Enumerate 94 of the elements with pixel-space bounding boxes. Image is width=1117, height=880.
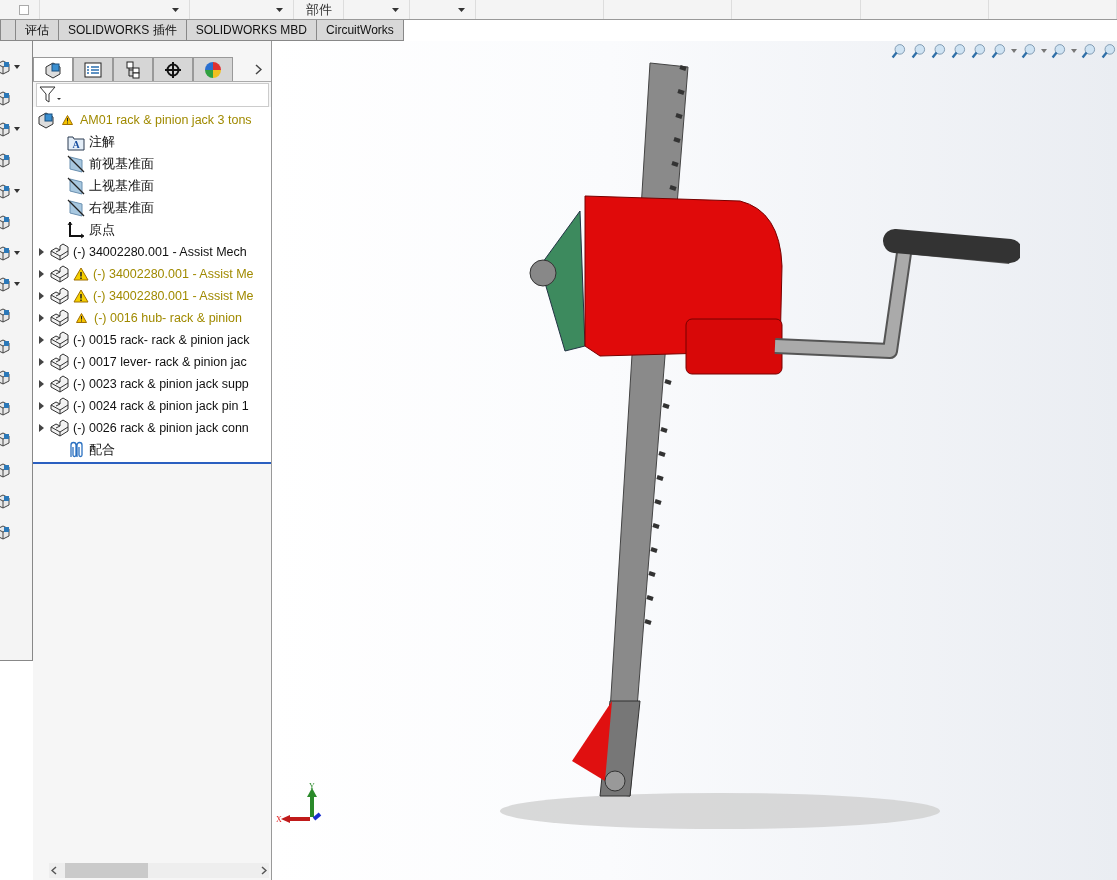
x-axis-arrow [281, 815, 310, 823]
tree-item-label[interactable]: 配合 [89, 441, 115, 459]
tool-icon[interactable] [0, 90, 10, 106]
tool-icon[interactable] [0, 152, 10, 168]
command-tab[interactable]: 评估 [16, 20, 59, 41]
filter-icon [39, 86, 61, 104]
caret-icon[interactable] [14, 282, 20, 286]
tool-icon[interactable] [0, 338, 10, 354]
command-tab[interactable]: SOLIDWORKS 插件 [59, 20, 187, 41]
tree-item-label[interactable]: 注解 [89, 133, 115, 151]
paperclip-icon [67, 441, 85, 459]
tool-icon[interactable] [0, 183, 10, 199]
filter-field[interactable] [36, 83, 269, 107]
list-icon [84, 60, 102, 79]
expand-arrow-icon[interactable] [37, 292, 45, 300]
tree-item-label[interactable]: 上视基准面 [89, 177, 154, 195]
tool-icon[interactable] [0, 462, 10, 478]
annotation-glyph: A [72, 138, 80, 150]
tree-item-label[interactable]: (-) 0015 rack- rack & pinion jack [73, 333, 250, 347]
caret-icon[interactable] [276, 7, 283, 12]
tree-item-label[interactable]: (-) 0026 rack & pinion jack conn [73, 421, 249, 435]
tool-icon[interactable] [0, 431, 10, 447]
part-icon [49, 265, 69, 283]
color-wheel-icon [204, 60, 222, 79]
tool-icon[interactable] [0, 245, 10, 261]
caret-icon[interactable] [392, 7, 399, 12]
x-axis-label: X [276, 815, 282, 823]
expand-arrow-icon[interactable] [37, 358, 45, 366]
y-axis-arrow [307, 788, 317, 817]
crosshair-icon [164, 60, 182, 79]
scrollbar-thumb[interactable] [65, 863, 148, 878]
tool-icon[interactable] [0, 369, 10, 385]
part-icon [49, 375, 69, 393]
caret-icon[interactable] [14, 127, 20, 131]
tool-icon[interactable] [0, 214, 10, 230]
plane-icon [67, 177, 85, 195]
caret-icon[interactable] [14, 251, 20, 255]
panel-tab[interactable] [33, 57, 73, 81]
part-icon [49, 287, 69, 305]
plane-icon [67, 199, 85, 217]
chevron-right-icon[interactable] [255, 63, 262, 75]
panel-tab[interactable] [113, 57, 153, 81]
expand-arrow-icon[interactable] [37, 314, 45, 322]
assembly-icon [44, 60, 62, 79]
tree-item-label[interactable]: 原点 [89, 221, 115, 239]
checkbox-icon[interactable] [19, 4, 29, 15]
zoom-area-icon[interactable] [911, 43, 927, 59]
expand-arrow-icon[interactable] [37, 248, 45, 256]
assembly-icon [37, 111, 55, 129]
tool-icon[interactable] [0, 121, 10, 137]
tool-icon[interactable] [0, 524, 10, 540]
plane-icon [67, 155, 85, 173]
tool-icon[interactable] [0, 493, 10, 509]
part-icon [49, 243, 69, 261]
expand-arrow-icon[interactable] [37, 336, 45, 344]
tree-item-label[interactable]: (-) 34002280.001 - Assist Me [93, 289, 254, 303]
horizontal-scrollbar[interactable] [49, 863, 269, 878]
tree-item-label[interactable]: (-) 34002280.001 - Assist Me [93, 267, 254, 281]
tab-stub[interactable] [0, 20, 16, 41]
expand-arrow-icon[interactable] [37, 380, 45, 388]
tree-item-label[interactable]: (-) 0024 rack & pinion jack pin 1 [73, 399, 249, 413]
caret-icon[interactable] [172, 7, 179, 12]
tree-item-label[interactable]: (-) 34002280.001 - Assist Mech [73, 245, 247, 259]
caret-icon[interactable] [14, 65, 20, 69]
part-icon [49, 353, 69, 371]
part-icon [49, 331, 69, 349]
expand-arrow-icon[interactable] [37, 270, 45, 278]
command-tab[interactable]: CircuitWorks [317, 20, 404, 41]
part-icon [49, 419, 69, 437]
expand-arrow-icon[interactable] [37, 402, 45, 410]
tool-icon[interactable] [0, 276, 10, 292]
command-tab[interactable]: SOLIDWORKS MBD [186, 20, 318, 41]
tree-item-label[interactable]: 右视基准面 [89, 199, 154, 217]
configuration-icon [124, 60, 142, 79]
tree-item-label[interactable]: 前视基准面 [89, 155, 154, 173]
tree-item-label[interactable]: (-) 0016 hub- rack & pinion [94, 311, 242, 325]
chevron-right-icon[interactable] [261, 866, 267, 875]
origin-icon [67, 221, 85, 239]
tool-icon[interactable] [0, 400, 10, 416]
panel-tab[interactable] [153, 57, 193, 81]
part-icon [49, 309, 69, 327]
expand-arrow-icon[interactable] [37, 424, 45, 432]
part-icon [49, 397, 69, 415]
chevron-left-icon[interactable] [51, 866, 57, 875]
tree-item-label[interactable]: (-) 0017 lever- rack & pinion jac [73, 355, 247, 369]
tree-item-label[interactable]: AM01 rack & pinion jack 3 tons [80, 113, 252, 127]
tool-icon[interactable] [0, 307, 10, 323]
zoom-to-fit-icon[interactable] [891, 43, 907, 59]
y-axis-label: Y [309, 783, 315, 791]
caret-icon[interactable] [458, 7, 465, 12]
tool-icon[interactable] [0, 59, 10, 75]
toolbar-label: 部件 [305, 0, 332, 19]
tree-item-label[interactable]: (-) 0023 rack & pinion jack supp [73, 377, 249, 391]
caret-icon[interactable] [14, 189, 20, 193]
